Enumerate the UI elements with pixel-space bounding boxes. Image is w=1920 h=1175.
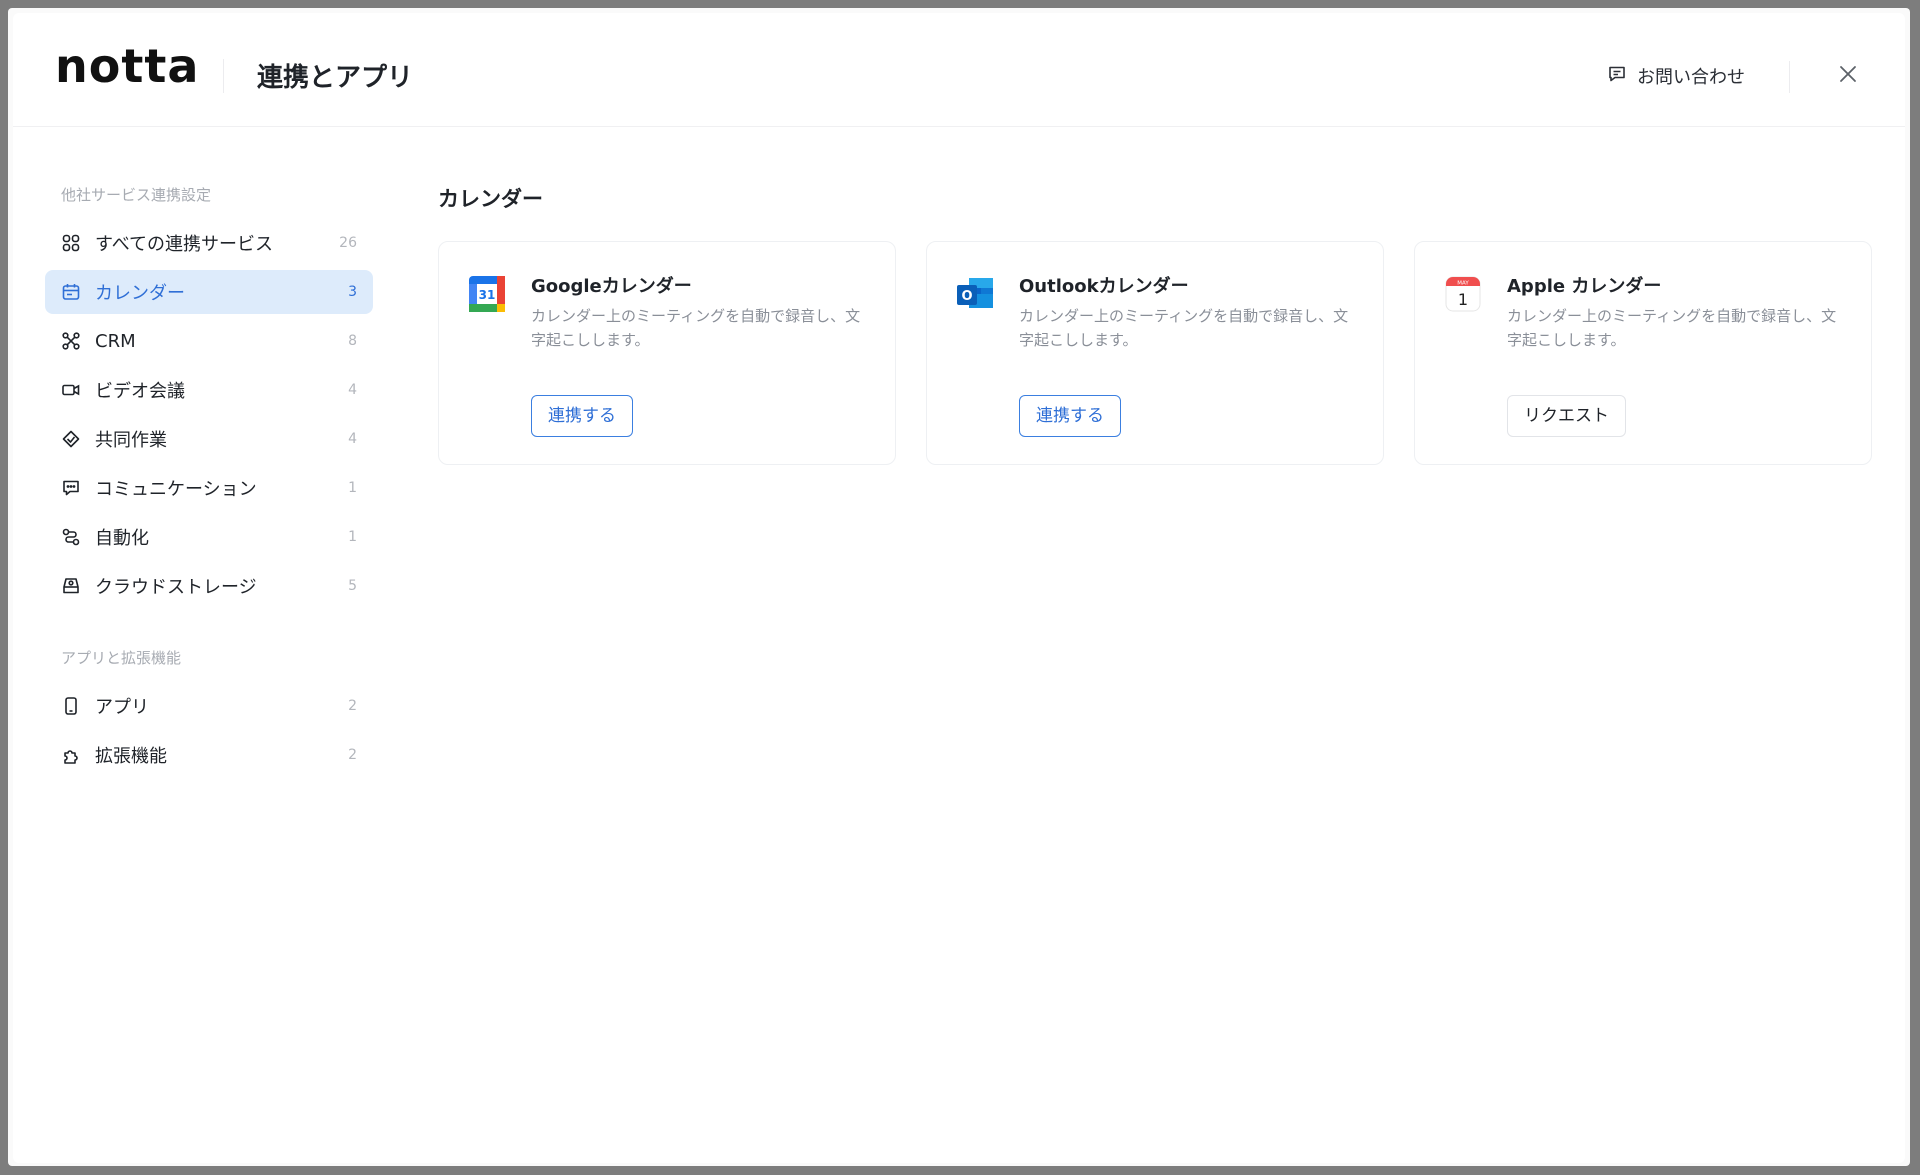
sidebar-item-label: 拡張機能 xyxy=(95,746,167,767)
screenshot-frame: notta 連携とアプリ お問い合わせ 他社サービス連携設定 すべての連携サービ… xyxy=(8,8,1910,1166)
video-icon xyxy=(61,380,81,400)
header-divider xyxy=(223,59,224,93)
grid-icon xyxy=(61,233,81,253)
sidebar-item-count: 5 xyxy=(348,578,357,594)
integration-card-google: 31 Googleカレンダー カレンダー上のミーティングを自動で録音し、文字起こ… xyxy=(438,241,896,465)
google-calendar-date: 31 xyxy=(479,288,496,302)
close-icon xyxy=(1838,64,1858,88)
header-divider-right xyxy=(1789,61,1790,93)
integrations-window: notta 連携とアプリ お問い合わせ 他社サービス連携設定 すべての連携サービ… xyxy=(13,13,1905,1163)
sidebar-item-label: カレンダー xyxy=(95,283,185,304)
sidebar-item-count: 2 xyxy=(348,747,357,763)
contact-label: お問い合わせ xyxy=(1637,67,1745,88)
sidebar-item-label: CRM xyxy=(95,330,136,352)
calendar-icon xyxy=(61,282,81,302)
sidebar-item-count: 8 xyxy=(348,333,357,349)
apple-calendar-icon: MAY 1 xyxy=(1443,274,1483,314)
sidebar-item-collaboration[interactable]: 共同作業 4 xyxy=(45,417,373,461)
section-title: カレンダー xyxy=(438,187,543,211)
sidebar-item-apps[interactable]: アプリ 2 xyxy=(45,684,373,728)
sidebar-item-label: ビデオ会議 xyxy=(95,381,185,402)
sidebar-item-label: すべての連携サービス xyxy=(95,234,274,255)
sidebar-item-communication[interactable]: コミュニケーション 1 xyxy=(45,466,373,510)
sidebar-item-label: コミュニケーション xyxy=(95,479,257,500)
sidebar-item-count: 2 xyxy=(348,698,357,714)
integration-cards: 31 Googleカレンダー カレンダー上のミーティングを自動で録音し、文字起こ… xyxy=(438,241,1872,465)
sidebar-item-label: クラウドストレージ xyxy=(95,577,257,598)
sidebar-item-count: 4 xyxy=(348,431,357,447)
feedback-icon xyxy=(1607,64,1627,89)
connect-outlook-button[interactable]: 連携する xyxy=(1019,395,1121,437)
card-description: カレンダー上のミーティングを自動で録音し、文字起こしします。 xyxy=(1507,307,1837,349)
automation-icon xyxy=(61,527,81,547)
outlook-letter: O xyxy=(961,289,972,304)
outlook-icon: O xyxy=(955,274,995,314)
sidebar: 他社サービス連携設定 すべての連携サービス 26 カレンダー 3 CRM 8 ビ… xyxy=(45,181,373,777)
request-apple-button[interactable]: リクエスト xyxy=(1507,395,1626,437)
sidebar-item-count: 1 xyxy=(348,480,357,496)
chat-icon xyxy=(61,478,81,498)
contact-button[interactable]: お問い合わせ xyxy=(1607,63,1745,89)
card-description: カレンダー上のミーティングを自動で録音し、文字起こしします。 xyxy=(1019,307,1349,349)
sidebar-item-count: 1 xyxy=(348,529,357,545)
card-title: Googleカレンダー xyxy=(531,276,692,297)
section-label-integrations: 他社サービス連携設定 xyxy=(61,186,212,204)
section-label-apps: アプリと拡張機能 xyxy=(61,649,182,667)
sidebar-item-cloud-storage[interactable]: クラウドストレージ 5 xyxy=(45,564,373,608)
page-title: 連携とアプリ xyxy=(257,63,414,93)
storage-icon xyxy=(61,576,81,596)
sidebar-item-calendar[interactable]: カレンダー 3 xyxy=(45,270,373,314)
card-title: Outlookカレンダー xyxy=(1019,276,1189,297)
google-calendar-icon: 31 xyxy=(467,274,507,314)
close-button[interactable] xyxy=(1835,63,1861,89)
crm-icon xyxy=(61,331,81,351)
apple-calendar-month: MAY xyxy=(1457,281,1469,287)
notta-logo[interactable]: notta xyxy=(55,43,199,89)
integration-card-outlook: O Outlookカレンダー カレンダー上のミーティングを自動で録音し、文字起こ… xyxy=(926,241,1384,465)
card-title: Apple カレンダー xyxy=(1507,276,1662,297)
sidebar-item-label: アプリ xyxy=(95,697,149,718)
sidebar-item-extensions[interactable]: 拡張機能 2 xyxy=(45,733,373,777)
sidebar-item-count: 4 xyxy=(348,382,357,398)
card-description: カレンダー上のミーティングを自動で録音し、文字起こしします。 xyxy=(531,307,861,349)
sidebar-item-label: 自動化 xyxy=(95,528,149,549)
sidebar-item-video-meetings[interactable]: ビデオ会議 4 xyxy=(45,368,373,412)
integration-card-apple: MAY 1 Apple カレンダー カレンダー上のミーティングを自動で録音し、文… xyxy=(1414,241,1872,465)
sidebar-item-count: 3 xyxy=(348,284,357,300)
sidebar-item-crm[interactable]: CRM 8 xyxy=(45,319,373,363)
sidebar-item-label: 共同作業 xyxy=(95,430,167,451)
handshake-icon xyxy=(61,429,81,449)
sidebar-item-count: 26 xyxy=(339,235,357,251)
sidebar-item-automation[interactable]: 自動化 1 xyxy=(45,515,373,559)
header: notta 連携とアプリ お問い合わせ xyxy=(13,13,1905,127)
phone-icon xyxy=(61,696,81,716)
puzzle-icon xyxy=(61,745,81,765)
connect-google-button[interactable]: 連携する xyxy=(531,395,633,437)
sidebar-item-all-services[interactable]: すべての連携サービス 26 xyxy=(45,221,373,265)
apple-calendar-day: 1 xyxy=(1458,290,1468,309)
